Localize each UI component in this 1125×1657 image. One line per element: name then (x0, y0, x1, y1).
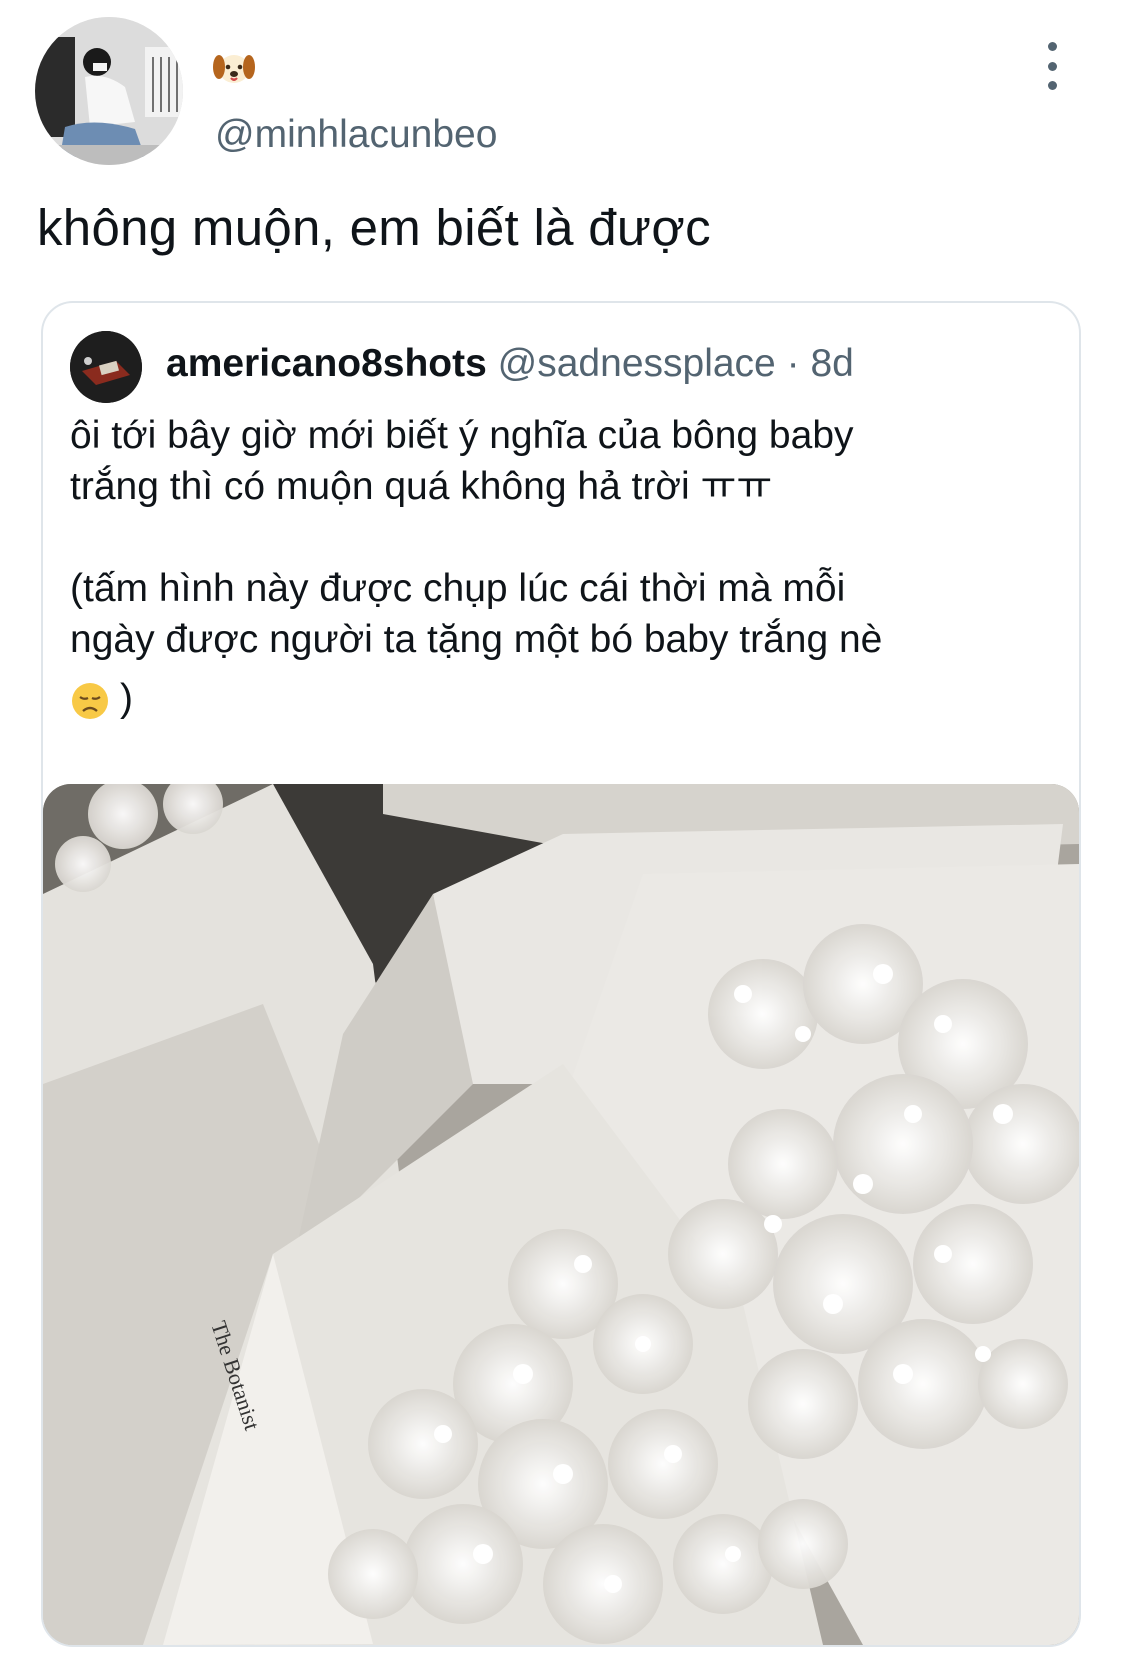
quoted-timestamp[interactable]: 8d (810, 342, 853, 385)
quoted-text-closing: ) (120, 677, 133, 720)
author-handle[interactable]: @minhlacunbeo (215, 113, 497, 157)
quoted-photo-baby-breath-bouquet[interactable]: The Botanist (43, 784, 1079, 1645)
separator-dot: · (786, 342, 800, 385)
tweet-text: không muộn, em biết là được (37, 199, 711, 256)
quoted-tweet-text: ôi tới bây giờ mới biết ý nghĩa của bông… (70, 410, 1030, 724)
dog-face-emoji (212, 45, 256, 89)
quoted-display-name[interactable]: americano8shots (166, 342, 487, 385)
quoted-text-line: ) (70, 673, 1030, 724)
quoted-text-line: ngày được người ta tặng một bó baby trắn… (70, 618, 883, 661)
disappointed-face-emoji (70, 681, 110, 721)
quoted-tweet-card[interactable]: americano8shots @sadnessplace · 8d ôi tớ… (41, 301, 1081, 1647)
more-options-icon[interactable] (1040, 42, 1064, 90)
quoted-text-line: trắng thì có muộn quá không hả trời ㅠㅠ (70, 465, 773, 508)
quoted-header: americano8shots @sadnessplace · 8d (166, 342, 854, 386)
quoted-handle[interactable]: @sadnessplace (498, 342, 776, 385)
quoted-text-line: (tấm hình này được chụp lúc cái thời mà … (70, 567, 846, 610)
quoted-author-avatar[interactable] (70, 331, 142, 403)
author-avatar[interactable] (35, 17, 183, 165)
quoted-text-line: ôi tới bây giờ mới biết ý nghĩa của bông… (70, 414, 854, 457)
